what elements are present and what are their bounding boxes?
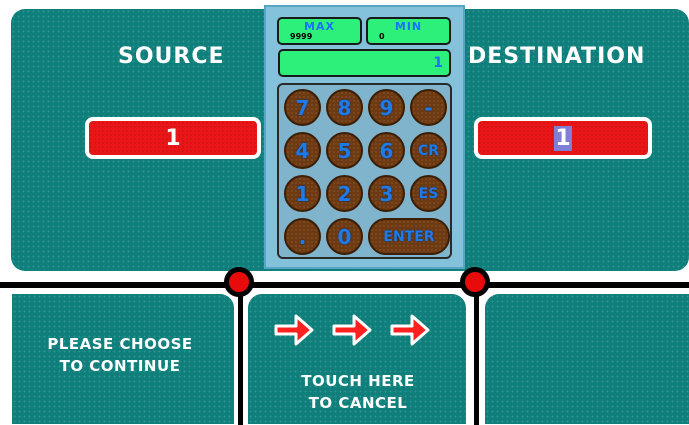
source-value: 1 <box>165 125 181 151</box>
key-4[interactable]: 4 <box>284 132 321 169</box>
divider-line <box>238 285 243 425</box>
prompt-line-2: TO CONTINUE <box>59 357 181 375</box>
key-minus[interactable]: - <box>410 89 447 126</box>
arrow-right-icon <box>332 314 372 346</box>
keypad-display: 1 <box>278 49 451 77</box>
key-decimal[interactable]: . <box>284 218 321 255</box>
cancel-label: TOUCH HERE TO CANCEL <box>258 370 458 414</box>
key-7[interactable]: 7 <box>284 89 321 126</box>
divider-line <box>0 282 689 288</box>
key-9[interactable]: 9 <box>368 89 405 126</box>
max-value: 9999 <box>290 32 313 41</box>
arrow-right-icon <box>390 314 430 346</box>
key-0[interactable]: 0 <box>326 218 363 255</box>
status-indicator-right <box>460 267 490 297</box>
key-5[interactable]: 5 <box>326 132 363 169</box>
source-field[interactable]: 1 <box>85 117 261 159</box>
key-2[interactable]: 2 <box>326 175 363 212</box>
status-indicator-left <box>224 267 254 297</box>
key-3[interactable]: 3 <box>368 175 405 212</box>
arrow-right-icon <box>274 314 314 346</box>
key-6[interactable]: 6 <box>368 132 405 169</box>
cancel-line-1: TOUCH HERE <box>301 372 415 390</box>
keypad-keys: 7 8 9 - 4 5 6 CR 1 2 3 ES . 0 ENTER <box>277 83 452 259</box>
key-8[interactable]: 8 <box>326 89 363 126</box>
cancel-line-2: TO CANCEL <box>308 394 408 412</box>
destination-value: 1 <box>554 125 572 151</box>
destination-field[interactable]: 1 <box>474 117 652 159</box>
continue-prompt: PLEASE CHOOSE TO CONTINUE <box>20 333 220 377</box>
key-clear[interactable]: CR <box>410 132 447 169</box>
numeric-keypad: MAX 9999 MIN 0 1 7 8 9 - 4 5 6 CR 1 2 3 … <box>264 5 465 269</box>
blank-panel <box>485 294 689 424</box>
divider-line <box>474 285 479 425</box>
prompt-line-1: PLEASE CHOOSE <box>47 335 193 353</box>
destination-title: DESTINATION <box>468 44 646 69</box>
min-box: MIN 0 <box>366 17 451 45</box>
key-1[interactable]: 1 <box>284 175 321 212</box>
key-enter[interactable]: ENTER <box>368 218 450 255</box>
max-box: MAX 9999 <box>277 17 362 45</box>
key-escape[interactable]: ES <box>410 175 447 212</box>
min-value: 0 <box>379 32 385 41</box>
source-title: SOURCE <box>118 44 225 69</box>
